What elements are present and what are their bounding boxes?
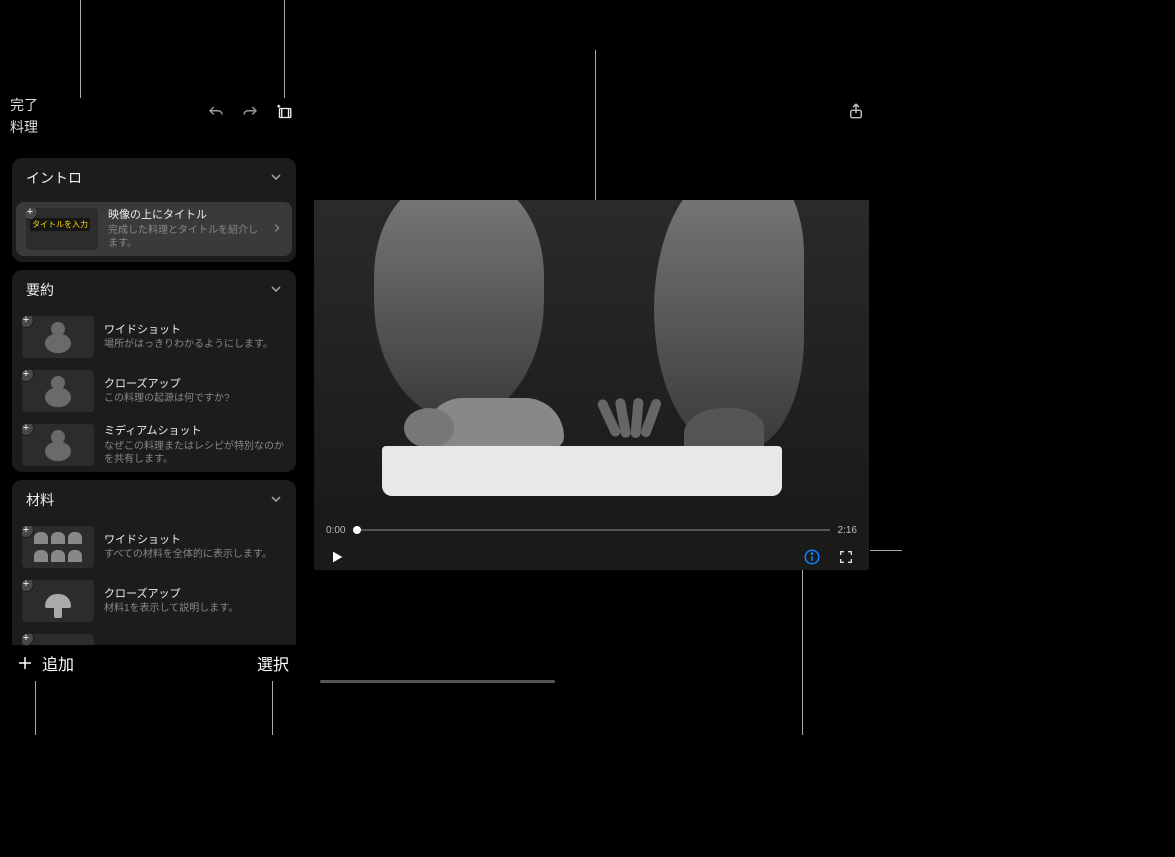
add-button-label: 追加 bbox=[42, 651, 74, 675]
section-title: 要約 bbox=[26, 280, 54, 300]
clip-thumbnail: + タイトルを入力 bbox=[26, 208, 98, 250]
clip-title: ワイドショット bbox=[104, 323, 286, 337]
callout-line bbox=[272, 680, 273, 735]
clip-title: 映像の上にタイトル bbox=[108, 208, 262, 222]
clip-title: クローズアップ bbox=[104, 587, 286, 601]
clip-thumbnail: + bbox=[22, 316, 94, 358]
callout-line bbox=[35, 680, 36, 735]
scrubber-track[interactable] bbox=[353, 529, 829, 531]
chevron-right-icon bbox=[272, 220, 282, 238]
chevron-down-icon bbox=[270, 170, 282, 186]
timeline-indicator bbox=[320, 680, 555, 683]
clip-thumbnail: + bbox=[22, 580, 94, 622]
chevron-down-icon bbox=[270, 492, 282, 508]
callout-line bbox=[80, 0, 81, 98]
bottom-bar: 追加 選択 bbox=[0, 645, 305, 681]
preview-controls: 0:00 2:16 bbox=[314, 518, 869, 570]
clip-description: この料理の起源は何ですか? bbox=[104, 392, 286, 405]
section-header[interactable]: イントロ bbox=[12, 158, 296, 198]
callout-line bbox=[870, 550, 902, 551]
top-bar: 完了 料理 bbox=[0, 95, 305, 150]
clip-row[interactable]: + タイトルを入力 映像の上にタイトル 完成した料理とタイトルを紹介します。 bbox=[16, 202, 292, 256]
select-button[interactable]: 選択 bbox=[257, 651, 289, 675]
clip-row[interactable]: + クローズアップ 材料1を表示して説明します。 bbox=[12, 574, 296, 628]
section-title: 材料 bbox=[26, 490, 54, 510]
total-time: 2:16 bbox=[838, 525, 857, 536]
clip-thumbnail: + bbox=[22, 370, 94, 412]
add-button[interactable]: 追加 bbox=[16, 651, 74, 675]
thumb-title-overlay: タイトルを入力 bbox=[30, 218, 90, 231]
section-title: イントロ bbox=[26, 168, 82, 188]
section-header[interactable]: 要約 bbox=[12, 270, 296, 310]
clip-title: ミディアムショット bbox=[104, 424, 286, 438]
undo-button[interactable] bbox=[205, 102, 227, 124]
callout-line bbox=[284, 0, 285, 98]
clip-title: クローズアップ bbox=[104, 377, 286, 391]
preview-canvas[interactable] bbox=[314, 200, 869, 518]
fullscreen-button[interactable] bbox=[835, 546, 857, 568]
done-button[interactable]: 完了 bbox=[10, 95, 38, 115]
clip-description: 場所がはっきりわかるようにします。 bbox=[104, 338, 286, 351]
clip-row[interactable]: + クローズアップ この料理の起源は何ですか? bbox=[12, 364, 296, 418]
section-summary: 要約 + ワイドショット 場所がはっきりわかるようにします。 + クローズアップ… bbox=[12, 270, 296, 472]
media-insert-button[interactable] bbox=[273, 102, 295, 124]
section-header[interactable]: 材料 bbox=[12, 480, 296, 520]
clip-description: 材料1を表示して説明します。 bbox=[104, 602, 286, 615]
callout-line bbox=[595, 50, 596, 202]
redo-button[interactable] bbox=[239, 102, 261, 124]
clip-thumbnail: + bbox=[22, 526, 94, 568]
clip-description: すべての材料を全体的に表示します。 bbox=[104, 548, 286, 561]
clip-row[interactable]: + ワイドショット すべての材料を全体的に表示します。 bbox=[12, 520, 296, 574]
info-button[interactable] bbox=[801, 546, 823, 568]
chevron-down-icon bbox=[270, 282, 282, 298]
section-ingredients: 材料 + ワイドショット すべての材料を全体的に表示します。 + クローズアップ… bbox=[12, 480, 296, 648]
play-button[interactable] bbox=[326, 546, 348, 568]
callout-line bbox=[802, 570, 803, 735]
project-title: 料理 bbox=[10, 117, 38, 137]
scrubber-playhead[interactable] bbox=[353, 526, 361, 534]
clip-title: ワイドショット bbox=[104, 533, 286, 547]
share-button[interactable] bbox=[845, 100, 867, 122]
clip-description: 完成した料理とタイトルを紹介します。 bbox=[108, 224, 262, 250]
section-intro: イントロ + タイトルを入力 映像の上にタイトル 完成した料理とタイトルを紹介し… bbox=[12, 158, 296, 262]
clip-description: なぜこの料理またはレシピが特別なのかを共有します。 bbox=[104, 440, 286, 466]
clip-row[interactable]: + ミディアムショット なぜこの料理またはレシピが特別なのかを共有します。 bbox=[12, 418, 296, 472]
storyboard-sidebar: イントロ + タイトルを入力 映像の上にタイトル 完成した料理とタイトルを紹介し… bbox=[12, 158, 296, 648]
clip-thumbnail: + bbox=[22, 424, 94, 466]
current-time: 0:00 bbox=[326, 525, 345, 536]
clip-row[interactable]: + ワイドショット 場所がはっきりわかるようにします。 bbox=[12, 310, 296, 364]
preview-viewer: 0:00 2:16 bbox=[314, 200, 869, 570]
